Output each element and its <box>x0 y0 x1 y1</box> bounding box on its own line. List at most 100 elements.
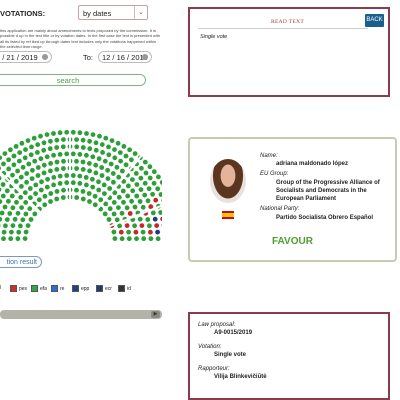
legend-item[interactable]: epp <box>72 285 89 292</box>
seat[interactable] <box>51 182 56 188</box>
seat[interactable] <box>41 162 47 168</box>
seat[interactable] <box>147 175 153 181</box>
legend-color-swatch[interactable] <box>10 285 17 292</box>
seat[interactable] <box>26 161 32 167</box>
seat[interactable] <box>102 211 108 217</box>
seat[interactable] <box>9 193 15 199</box>
seat[interactable] <box>51 131 56 136</box>
seat[interactable] <box>48 199 53 204</box>
seat[interactable] <box>93 162 99 168</box>
seat[interactable] <box>23 229 29 235</box>
seat[interactable] <box>16 229 22 235</box>
seat[interactable] <box>64 129 70 135</box>
search-button[interactable]: search <box>0 74 146 86</box>
seat[interactable] <box>96 179 101 185</box>
seat[interactable] <box>30 167 35 173</box>
seat[interactable] <box>48 191 54 196</box>
seat[interactable] <box>19 184 24 189</box>
seat[interactable] <box>96 156 102 162</box>
seat[interactable] <box>4 188 10 194</box>
seat[interactable] <box>7 211 13 216</box>
seat[interactable] <box>18 174 24 180</box>
seat[interactable] <box>77 181 83 186</box>
seat[interactable] <box>80 167 86 172</box>
seat[interactable] <box>87 161 92 166</box>
seat[interactable] <box>38 133 43 139</box>
seat[interactable] <box>60 144 66 150</box>
seat[interactable] <box>124 205 130 211</box>
seat[interactable] <box>4 217 10 222</box>
seat[interactable] <box>132 204 138 210</box>
seat[interactable] <box>142 159 148 165</box>
seat[interactable] <box>54 196 60 202</box>
seat[interactable] <box>74 144 80 150</box>
seat[interactable] <box>47 146 53 152</box>
seat[interactable] <box>48 138 53 144</box>
seat[interactable] <box>158 210 162 215</box>
seat[interactable] <box>54 159 60 165</box>
seat[interactable] <box>108 161 114 167</box>
seat[interactable] <box>155 186 161 192</box>
seat[interactable] <box>12 216 18 222</box>
seat[interactable] <box>0 223 1 228</box>
seat[interactable] <box>64 180 70 186</box>
seat[interactable] <box>106 144 111 150</box>
seat[interactable] <box>132 223 138 229</box>
seat[interactable] <box>70 180 76 186</box>
seat[interactable] <box>0 193 6 199</box>
seat[interactable] <box>1 161 6 167</box>
seat[interactable] <box>130 177 135 182</box>
seat[interactable] <box>99 173 105 178</box>
seat[interactable] <box>54 137 60 143</box>
seat[interactable] <box>147 223 152 229</box>
seat[interactable] <box>70 129 76 135</box>
seat[interactable] <box>13 179 19 184</box>
seat[interactable] <box>97 133 102 139</box>
seat[interactable] <box>121 199 126 205</box>
seat[interactable] <box>93 147 99 153</box>
seat[interactable] <box>51 175 57 180</box>
legend-color-swatch[interactable] <box>72 285 79 292</box>
legend-color-swatch[interactable] <box>51 285 58 292</box>
seat[interactable] <box>92 202 98 208</box>
seat[interactable] <box>45 176 50 182</box>
seat[interactable] <box>126 236 132 242</box>
seat[interactable] <box>44 132 50 137</box>
chevron-down-icon[interactable]: ⌄ <box>134 6 147 19</box>
from-date-input[interactable]: 0 / 21 / 2019 <box>0 51 52 63</box>
seat[interactable] <box>61 137 66 142</box>
seat[interactable] <box>80 196 86 202</box>
seat[interactable] <box>64 151 70 157</box>
seat[interactable] <box>1 236 6 242</box>
legend-color-swatch[interactable] <box>96 285 103 292</box>
seat[interactable] <box>28 152 34 158</box>
seat[interactable] <box>84 131 89 136</box>
seat[interactable] <box>140 229 146 235</box>
seat[interactable] <box>0 187 2 192</box>
seat[interactable] <box>112 147 117 152</box>
legend-color-swatch[interactable] <box>118 285 125 292</box>
seat[interactable] <box>142 180 148 186</box>
seat[interactable] <box>151 180 157 186</box>
seat[interactable] <box>83 175 89 180</box>
seat[interactable] <box>74 187 79 193</box>
seat[interactable] <box>41 147 47 153</box>
seat[interactable] <box>42 193 48 199</box>
seat[interactable] <box>33 191 38 196</box>
seat[interactable] <box>35 142 41 147</box>
seat[interactable] <box>44 154 50 160</box>
seat[interactable] <box>74 166 79 171</box>
seat[interactable] <box>117 223 122 229</box>
seat[interactable] <box>121 144 127 149</box>
seat[interactable] <box>126 229 131 235</box>
seat[interactable] <box>120 188 126 194</box>
seat[interactable] <box>39 179 44 185</box>
seat[interactable] <box>87 138 92 144</box>
seat[interactable] <box>1 229 7 235</box>
seat[interactable] <box>138 187 144 192</box>
legend-item[interactable]: efa <box>31 285 47 292</box>
legend-color-swatch[interactable] <box>31 285 38 292</box>
seat[interactable] <box>2 151 8 156</box>
seat[interactable] <box>15 168 20 174</box>
seat[interactable] <box>64 173 70 178</box>
